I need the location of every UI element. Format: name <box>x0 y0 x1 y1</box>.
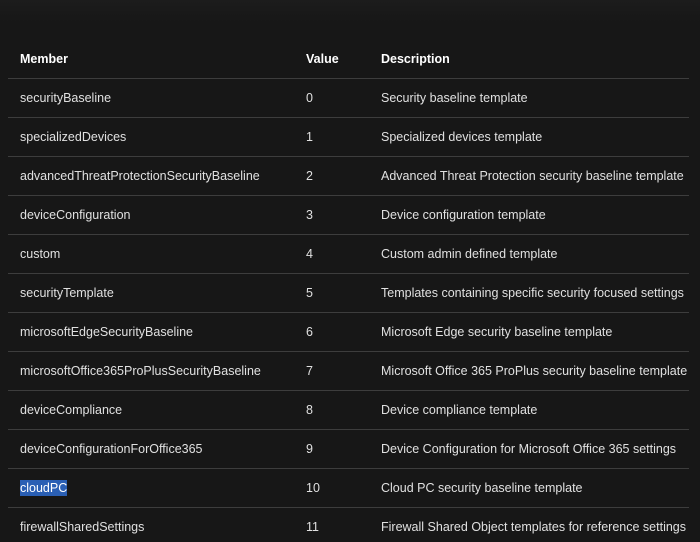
table-row: custom 4 Custom admin defined template <box>8 234 689 274</box>
member-name[interactable]: firewallSharedSettings <box>20 520 144 534</box>
table-row: microsoftEdgeSecurityBaseline 6 Microsoft … <box>8 312 689 352</box>
member-cell: securityBaseline <box>8 78 294 118</box>
table-row: advancedThreatProtectionSecurityBaseline… <box>8 156 689 196</box>
description-cell: Firewall Shared Object templates for ref… <box>369 507 689 542</box>
member-name[interactable]: securityTemplate <box>20 286 114 300</box>
member-cell: deviceCompliance <box>8 390 294 430</box>
member-cell: securityTemplate <box>8 273 294 313</box>
description-cell: Microsoft Office 365 ProPlus security ba… <box>369 351 689 391</box>
header-value: Value <box>294 40 369 79</box>
description-cell: Specialized devices template <box>369 117 689 157</box>
value-cell: 1 <box>294 117 369 157</box>
table-row: deviceConfiguration 3 Device configuration… <box>8 195 689 235</box>
member-cell: cloudPC <box>8 468 294 508</box>
table-row: cloudPC 10 Cloud PC security baseline temp… <box>8 468 689 508</box>
description-cell: Microsoft Edge security baseline templat… <box>369 312 689 352</box>
description-cell: Advanced Threat Protection security base… <box>369 156 689 196</box>
header-description: Description <box>369 40 689 79</box>
table-row: firewallSharedSettings 11 Firewall Shared … <box>8 507 689 542</box>
member-name[interactable]: securityBaseline <box>20 91 111 105</box>
member-cell: microsoftOffice365ProPlusSecurityBaselin… <box>8 351 294 391</box>
value-cell: 7 <box>294 351 369 391</box>
member-cell: deviceConfigurationForOffice365 <box>8 429 294 469</box>
member-cell: deviceConfiguration <box>8 195 294 235</box>
description-cell: Device configuration template <box>369 195 689 235</box>
enum-members-table: Member Value Description securityBaselin… <box>8 40 689 542</box>
description-cell: Device Configuration for Microsoft Offic… <box>369 429 689 469</box>
member-name[interactable]: custom <box>20 247 60 261</box>
docs-page: Member Value Description securityBaselin… <box>0 0 700 542</box>
member-cell: microsoftEdgeSecurityBaseline <box>8 312 294 352</box>
description-cell: Custom admin defined template <box>369 234 689 274</box>
table-row: securityTemplate 5 Templates containing sp… <box>8 273 689 313</box>
value-cell: 6 <box>294 312 369 352</box>
value-cell: 11 <box>294 507 369 542</box>
member-name[interactable]: deviceConfiguration <box>20 208 131 222</box>
value-cell: 4 <box>294 234 369 274</box>
member-name[interactable]: advancedThreatProtectionSecurityBaseline <box>20 169 260 183</box>
table-header-row: Member Value Description <box>8 40 689 79</box>
description-cell: Security baseline template <box>369 78 689 118</box>
member-cell: firewallSharedSettings <box>8 507 294 542</box>
table-row: deviceCompliance 8 Device compliance templ… <box>8 390 689 430</box>
member-name[interactable]: microsoftEdgeSecurityBaseline <box>20 325 193 339</box>
member-name[interactable]: cloudPC <box>20 480 68 496</box>
member-name[interactable]: specializedDevices <box>20 130 126 144</box>
value-cell: 2 <box>294 156 369 196</box>
value-cell: 9 <box>294 429 369 469</box>
member-name[interactable]: microsoftOffice365ProPlusSecurityBaselin… <box>20 364 261 378</box>
table-row: microsoftOffice365ProPlusSecurityBaselin… <box>8 351 689 391</box>
header-member: Member <box>8 40 294 79</box>
table-row: specializedDevices 1 Specialized devices t… <box>8 117 689 157</box>
value-cell: 10 <box>294 468 369 508</box>
description-cell: Device compliance template <box>369 390 689 430</box>
member-cell: custom <box>8 234 294 274</box>
table-row: securityBaseline 0 Security baseline templ… <box>8 78 689 118</box>
top-strip <box>0 0 700 22</box>
value-cell: 8 <box>294 390 369 430</box>
value-cell: 0 <box>294 78 369 118</box>
description-cell: Cloud PC security baseline template <box>369 468 689 508</box>
member-cell: specializedDevices <box>8 117 294 157</box>
table-body: securityBaseline 0 Security baseline templ… <box>8 78 689 542</box>
member-cell: advancedThreatProtectionSecurityBaseline <box>8 156 294 196</box>
value-cell: 3 <box>294 195 369 235</box>
member-name[interactable]: deviceConfigurationForOffice365 <box>20 442 203 456</box>
description-cell: Templates containing specific security f… <box>369 273 689 313</box>
value-cell: 5 <box>294 273 369 313</box>
member-name[interactable]: deviceCompliance <box>20 403 122 417</box>
table-row: deviceConfigurationForOffice365 9 Device C… <box>8 429 689 469</box>
